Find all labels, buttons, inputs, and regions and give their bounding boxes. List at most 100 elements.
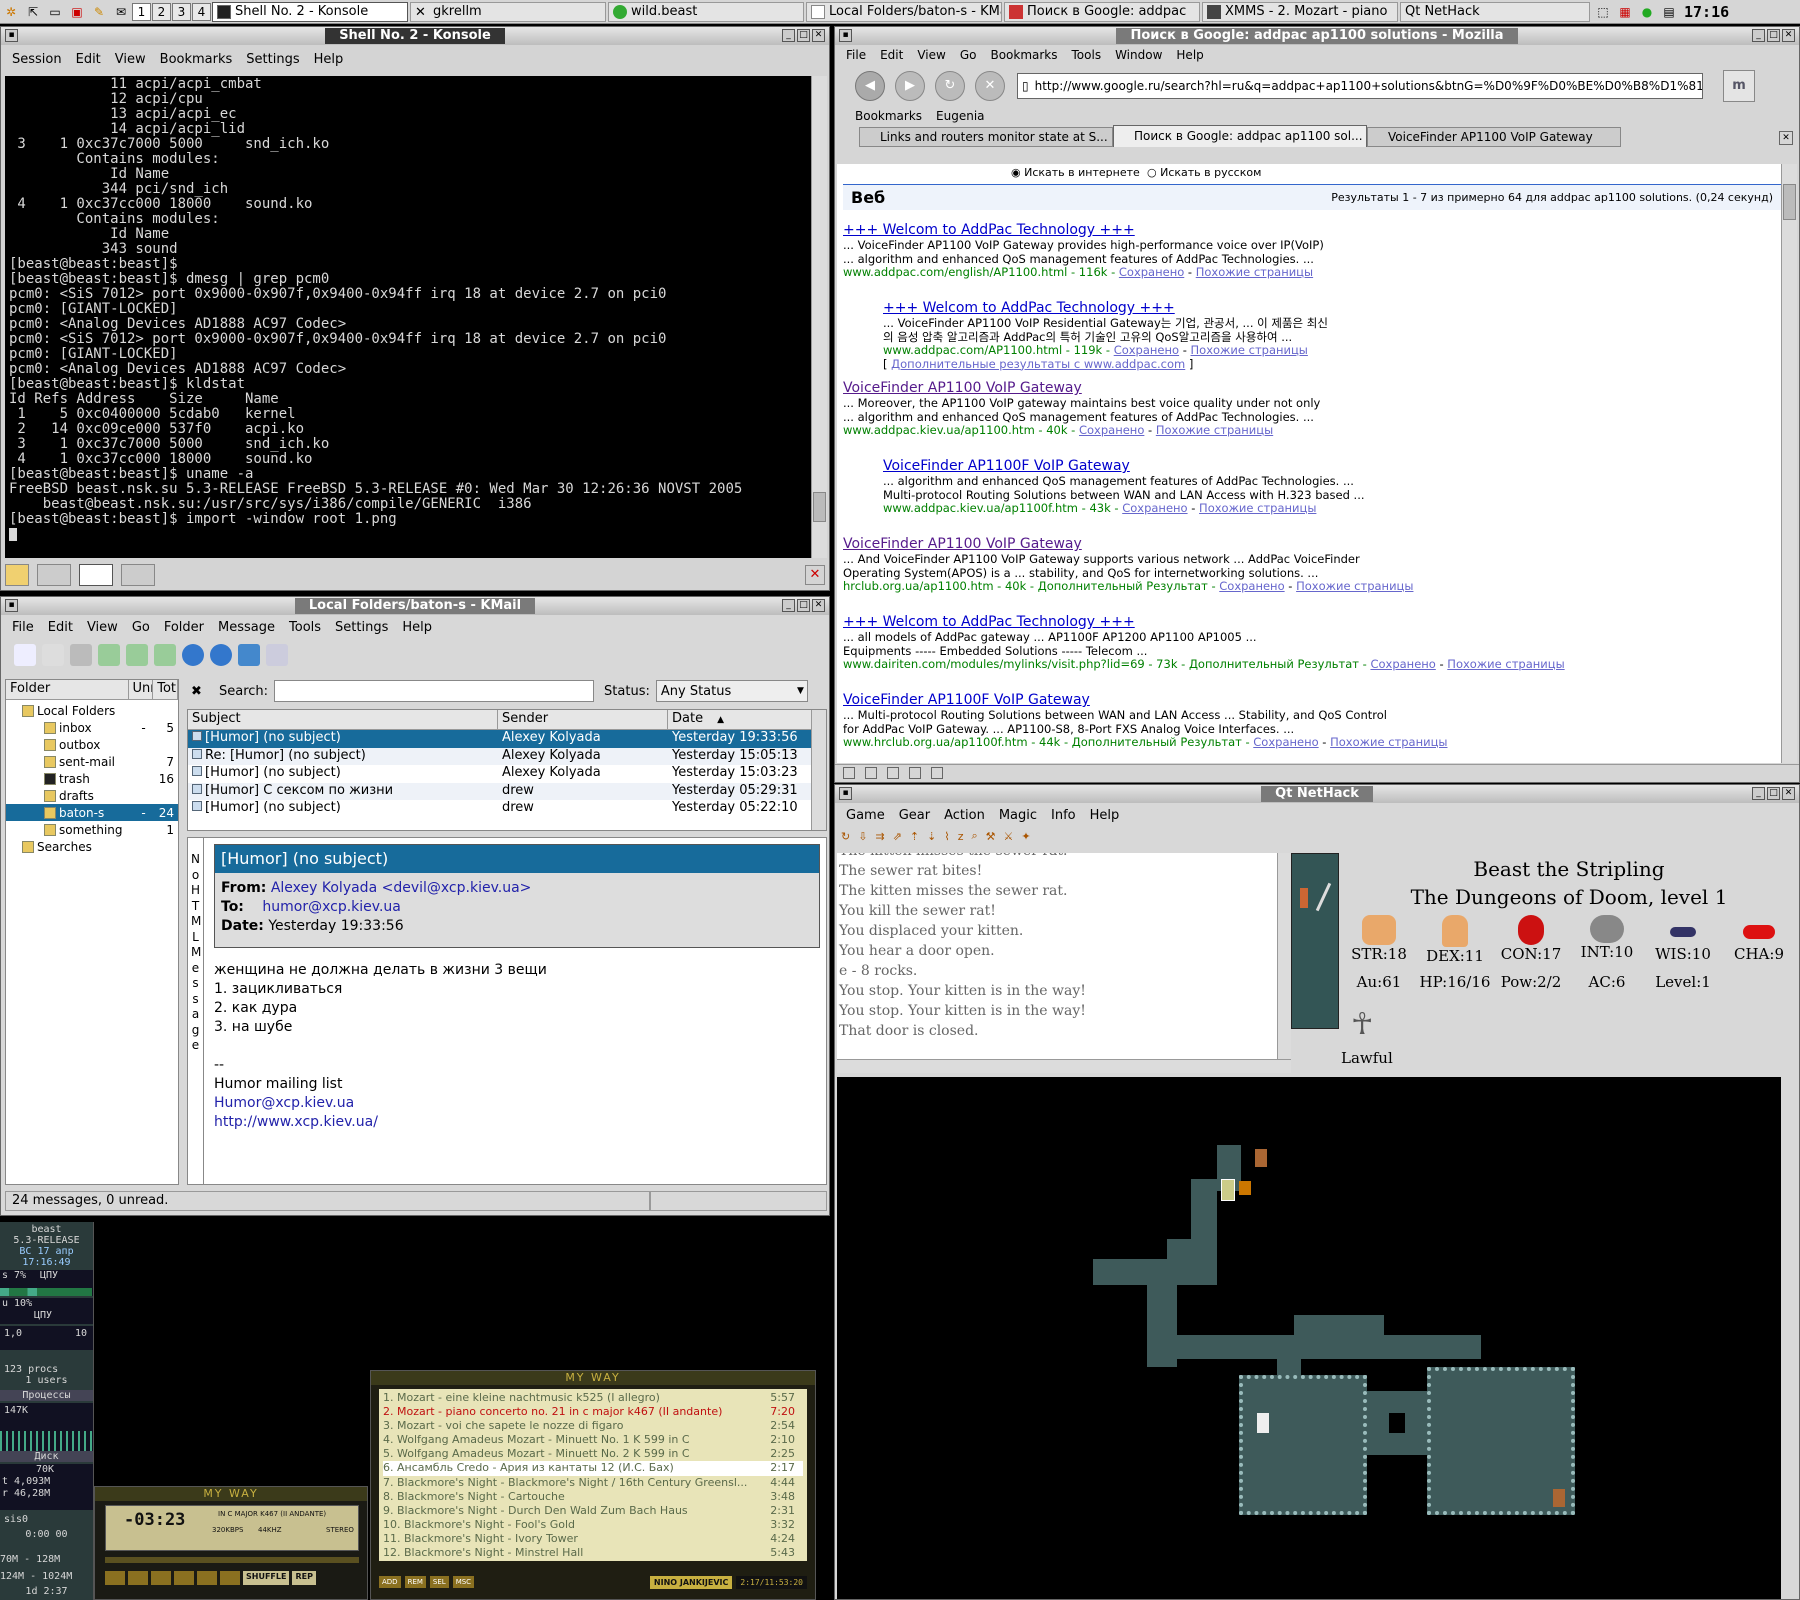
folder-item-outbox[interactable]: outbox <box>6 736 178 753</box>
tab-voicefinder[interactable]: VoiceFinder AP1100 VoIP Gateway <box>1367 127 1621 147</box>
forward-button[interactable]: ▶ <box>895 71 925 101</box>
close-button[interactable]: ✕ <box>812 29 825 42</box>
dungeon-map[interactable] <box>837 1077 1781 1599</box>
xmms-seek-bar[interactable] <box>105 1557 359 1563</box>
menu-edit[interactable]: Edit <box>880 48 903 62</box>
task-konsole[interactable]: Shell No. 2 - Konsole <box>212 1 408 22</box>
eat-icon[interactable]: ⌇ <box>944 830 949 843</box>
terminal-launcher-icon[interactable]: ▭ <box>45 3 65 21</box>
table-row[interactable]: [Humor] (no subject) drew Yesterday 05:22:… <box>188 800 826 818</box>
menu-action[interactable]: Action <box>944 808 985 823</box>
menu-folder[interactable]: Folder <box>164 620 204 635</box>
menu-game[interactable]: Game <box>846 808 885 823</box>
menu-help[interactable]: Help <box>1176 48 1203 62</box>
menu-file[interactable]: File <box>846 48 866 62</box>
similar-link[interactable]: Похожие страницы <box>1199 501 1316 515</box>
folder-item-sent-mail[interactable]: sent-mail 7 <box>6 753 178 770</box>
terminal-scrollbar[interactable] <box>811 76 827 558</box>
pager-desktop-1[interactable]: 1 <box>132 2 151 21</box>
window-menu-icon[interactable]: ▪ <box>839 29 852 42</box>
menu-go[interactable]: Go <box>960 48 977 62</box>
window-menu-icon[interactable]: ▪ <box>5 599 18 612</box>
menu-file[interactable]: File <box>12 620 34 635</box>
radio-web[interactable]: ◉ Искать в интернете <box>1011 166 1140 179</box>
folder-item-something[interactable]: something 1 <box>6 821 178 838</box>
playlist-item[interactable]: 3. Mozart - voi che sapete le nozze di f… <box>383 1419 803 1433</box>
pager-desktop-4[interactable]: 4 <box>192 2 211 21</box>
pause-button[interactable] <box>151 1571 171 1585</box>
menu-message[interactable]: Message <box>218 620 275 635</box>
playlist-item[interactable]: 7. Blackmore's Night - Blackmore's Night… <box>383 1476 803 1490</box>
menu-view[interactable]: View <box>917 48 945 62</box>
back-button[interactable]: ◀ <box>855 71 885 101</box>
reload-button[interactable]: ↻ <box>935 71 965 101</box>
menu-magic[interactable]: Magic <box>999 808 1037 823</box>
pager-desktop-2[interactable]: 2 <box>152 2 171 21</box>
maximize-button[interactable]: □ <box>1767 29 1780 42</box>
close-button[interactable]: ✕ <box>1782 29 1795 42</box>
save-icon[interactable] <box>42 644 64 666</box>
previous-icon[interactable] <box>182 644 204 666</box>
wield-icon[interactable]: ⚔ <box>1004 830 1014 843</box>
unread-header[interactable]: Unr <box>128 680 154 700</box>
folder-item-searches[interactable]: Searches <box>6 838 178 855</box>
fire-icon[interactable]: ⇡ <box>910 830 919 843</box>
next-button[interactable] <box>197 1571 217 1585</box>
bookmark-eugenia[interactable]: Eugenia <box>936 109 984 123</box>
menu-help[interactable]: Help <box>314 52 344 67</box>
menu-view[interactable]: View <box>115 52 146 67</box>
mozilla-titlebar[interactable]: ▪ Поиск в Google: addpac ap1100 solution… <box>835 27 1799 45</box>
menu-settings[interactable]: Settings <box>335 620 388 635</box>
xmms-main-titlebar[interactable]: MY WAY <box>95 1487 367 1501</box>
cached-link[interactable]: Сохранено <box>1253 735 1318 749</box>
result-title-link[interactable]: VoiceFinder AP1100F VoIP Gateway <box>883 458 1683 475</box>
tray-keyboard-icon[interactable]: ▦ <box>1615 3 1635 21</box>
playlist-list[interactable]: 1. Mozart - eine kleine nachtmusic k525 … <box>379 1389 807 1561</box>
task-gkrellm[interactable]: ✕ gkrellm <box>410 1 606 22</box>
cached-link[interactable]: Сохранено <box>1119 265 1184 279</box>
maximize-button[interactable]: □ <box>1767 787 1780 800</box>
tab-links-monitor[interactable]: Links and routers monitor state at S... <box>859 127 1113 147</box>
tab-google-search[interactable]: Поиск в Google: addpac ap1100 sol... <box>1113 125 1367 147</box>
playlist-item[interactable]: 4. Wolfgang Amadeus Mozart - Minuett No.… <box>383 1433 803 1447</box>
search-icon[interactable]: ⌕ <box>971 829 977 843</box>
reply-icon[interactable] <box>126 644 148 666</box>
task-kmail[interactable]: Local Folders/baton-s - KMail <box>806 1 1002 22</box>
navigator-icon[interactable] <box>843 767 855 779</box>
status-select[interactable]: Any Status ▼ <box>655 680 808 702</box>
to-link[interactable]: humor@xcp.kiev.ua <box>262 899 401 915</box>
page-scrollbar[interactable] <box>1781 164 1797 763</box>
table-row[interactable]: [Humor] (no subject) Alexey Kolyada Yester… <box>188 730 826 748</box>
clear-search-icon[interactable]: ✖ <box>191 684 211 699</box>
message-hscrollbar[interactable] <box>837 1059 1291 1073</box>
bookmarks-button[interactable]: Bookmarks <box>855 109 922 123</box>
menu-edit[interactable]: Edit <box>76 52 101 67</box>
menu-session[interactable]: Session <box>12 52 62 67</box>
playlist-item[interactable]: 1. Mozart - eine kleine nachtmusic k525 … <box>383 1391 803 1405</box>
close-session-icon[interactable]: ✕ <box>805 565 825 585</box>
cast-icon[interactable]: ✦ <box>1021 830 1030 843</box>
print-icon[interactable] <box>70 644 92 666</box>
list-scrollbar[interactable] <box>811 710 826 830</box>
addressbook-icon[interactable] <box>909 767 921 779</box>
menu-bookmarks[interactable]: Bookmarks <box>160 52 233 67</box>
pager-desktop-3[interactable]: 3 <box>172 2 191 21</box>
session-tab-1[interactable] <box>37 564 71 586</box>
similar-link[interactable]: Похожие страницы <box>1447 657 1564 671</box>
minimize-button[interactable]: _ <box>782 599 795 612</box>
check-mail-icon[interactable] <box>98 644 120 666</box>
pl-add-button[interactable]: ADD <box>379 1576 401 1588</box>
kick-icon[interactable]: ⇉ <box>875 830 884 843</box>
scroll-thumb[interactable] <box>813 492 826 522</box>
maximize-button[interactable]: □ <box>797 29 810 42</box>
signature-url-link[interactable]: http://www.xcp.kiev.ua/ <box>214 1113 547 1132</box>
playlist-item[interactable]: 12. Blackmore's Night - Minstrel Hall 5:4… <box>383 1546 803 1560</box>
composer-icon[interactable] <box>887 767 899 779</box>
subject-header[interactable]: Subject <box>188 710 498 730</box>
trash-icon[interactable] <box>238 644 260 666</box>
table-row[interactable]: [Humor] (no subject) Alexey Kolyada Yester… <box>188 765 826 783</box>
pl-sel-button[interactable]: SEL <box>429 1576 449 1588</box>
more-results-link[interactable]: Дополнительные результаты с www.addpac.c… <box>891 357 1185 371</box>
again-icon[interactable]: ↻ <box>841 830 850 843</box>
menu-window[interactable]: Window <box>1115 48 1162 62</box>
